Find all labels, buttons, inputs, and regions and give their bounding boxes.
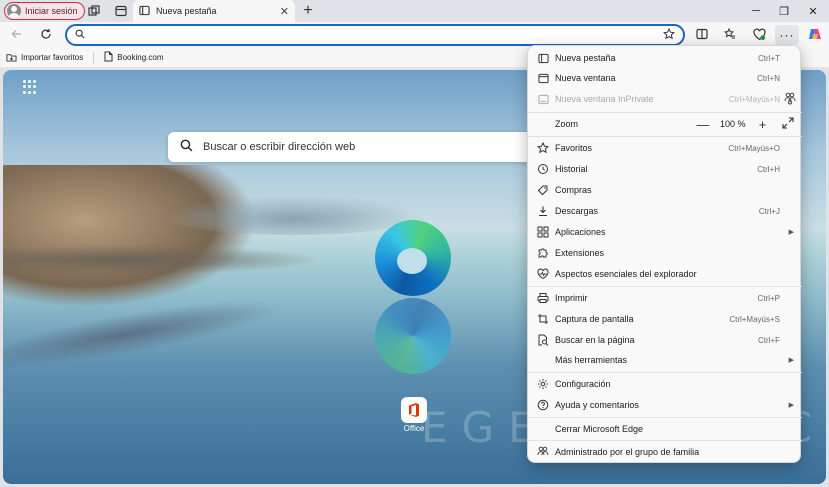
- ntp-search-placeholder: Buscar o escribir dirección web: [203, 141, 356, 153]
- help-icon: [536, 398, 550, 412]
- tag-icon: [536, 183, 550, 197]
- browser-essentials-icon[interactable]: [750, 25, 768, 43]
- ntp-search-box[interactable]: Buscar o escribir dirección web: [168, 132, 538, 162]
- office-icon: [409, 403, 419, 417]
- zoom-out-button[interactable]: —: [696, 117, 710, 132]
- settings-menu: Nueva pestaña Ctrl+T Nueva ventana Ctrl+…: [527, 45, 802, 463]
- refresh-icon[interactable]: [37, 25, 55, 43]
- favorite-label: Booking.com: [117, 53, 164, 62]
- tab-title: Nueva pestaña: [156, 6, 217, 16]
- submenu-arrow-icon: ▶: [788, 402, 794, 409]
- menu-item-new-window[interactable]: Nueva ventana Ctrl+N: [528, 68, 802, 88]
- menu-item-aspectos-esenciales[interactable]: Aspectos esenciales del explorador: [528, 264, 802, 284]
- background-hill: [3, 165, 253, 305]
- menu-item-compras[interactable]: Compras: [528, 180, 802, 200]
- menu-item-extensiones[interactable]: Extensiones: [528, 243, 802, 263]
- edge-logo-reflection: [375, 298, 451, 374]
- menu-separator: [528, 372, 802, 373]
- restore-button[interactable]: ❐: [771, 2, 797, 20]
- history-icon: [536, 162, 550, 176]
- address-bar[interactable]: [65, 24, 685, 46]
- menu-item-historial[interactable]: Historial Ctrl+H: [528, 159, 802, 179]
- settings-and-more-button[interactable]: ···: [775, 25, 799, 45]
- avatar-icon: [7, 4, 21, 18]
- menu-separator: [528, 440, 802, 441]
- menu-item-configuracion[interactable]: Configuración: [528, 374, 802, 394]
- new-window-icon: [536, 71, 550, 85]
- search-icon: [75, 28, 85, 42]
- find-icon: [536, 333, 550, 347]
- import-icon: [6, 52, 17, 64]
- copilot-icon[interactable]: [806, 25, 824, 43]
- zoom-value: 100 %: [720, 119, 746, 129]
- address-input[interactable]: [91, 29, 663, 41]
- app-launcher-icon[interactable]: [23, 80, 37, 94]
- new-tab-icon: [536, 51, 550, 65]
- menu-separator: [528, 417, 802, 418]
- tab-page-icon: [139, 5, 150, 18]
- background-mountain: [163, 195, 423, 235]
- menu-item-mas-herramientas[interactable]: Más herramientas ▶: [528, 350, 802, 370]
- tab-nueva-pestana[interactable]: Nueva pestaña ✕: [133, 0, 295, 22]
- vertical-tabs-icon[interactable]: [113, 3, 129, 19]
- submenu-arrow-icon: ▶: [788, 229, 794, 236]
- menu-item-ayuda[interactable]: Ayuda y comentarios ▶: [528, 395, 802, 415]
- menu-item-zoom: Zoom — 100 % +: [528, 113, 802, 135]
- zoom-controls: — 100 % +: [696, 117, 770, 132]
- menu-item-buscar-pagina[interactable]: Buscar en la página Ctrl+F: [528, 330, 802, 350]
- favorites-separator: [93, 51, 95, 64]
- printer-icon: [536, 291, 550, 305]
- office-tile[interactable]: [401, 397, 427, 423]
- favorite-item-booking[interactable]: Booking.com: [98, 49, 169, 67]
- menu-item-favoritos[interactable]: Favoritos Ctrl+Mayús+O: [528, 138, 802, 158]
- menu-item-captura[interactable]: Captura de pantalla Ctrl+Mayús+S: [528, 309, 802, 329]
- profile-label: Iniciar sesión: [25, 6, 78, 16]
- back-icon[interactable]: [8, 25, 26, 43]
- new-tab-button[interactable]: +: [299, 2, 317, 20]
- apps-icon: [536, 225, 550, 239]
- download-icon: [536, 204, 550, 218]
- tab-strip: Iniciar sesión Nueva pestaña ✕ + ─ ❐ ✕: [0, 0, 829, 22]
- favorite-label: Importar favoritos: [21, 53, 84, 62]
- star-icon: [536, 141, 550, 155]
- minimize-button[interactable]: ─: [743, 2, 769, 20]
- tab-close-icon[interactable]: ✕: [280, 5, 289, 18]
- favorites-icon[interactable]: [721, 25, 739, 43]
- favorite-item-importar[interactable]: Importar favoritos: [0, 49, 89, 67]
- menu-item-aplicaciones[interactable]: Aplicaciones ▶: [528, 222, 802, 242]
- page-icon: [104, 51, 113, 64]
- menu-separator: [528, 136, 802, 137]
- search-icon: [180, 139, 193, 155]
- menu-item-descargas[interactable]: Descargas Ctrl+J: [528, 201, 802, 221]
- background-shore: [3, 245, 323, 275]
- family-icon: [536, 445, 550, 459]
- puzzle-icon: [536, 246, 550, 260]
- profile-button[interactable]: Iniciar sesión: [4, 2, 85, 20]
- inprivate-icon: [536, 92, 550, 106]
- favorite-star-icon[interactable]: [662, 27, 676, 43]
- menu-item-grupo-familia[interactable]: Administrado por el grupo de familia: [528, 442, 802, 462]
- workspaces-icon[interactable]: [86, 3, 102, 19]
- menu-item-inprivate[interactable]: Nueva ventana InPrivate Ctrl+Mayús+N: [528, 89, 802, 109]
- fullscreen-icon[interactable]: [782, 117, 794, 131]
- screenshot-icon: [536, 312, 550, 326]
- close-window-button[interactable]: ✕: [800, 2, 826, 20]
- edge-logo-icon: [375, 220, 451, 296]
- heart-pulse-icon: [536, 267, 550, 281]
- office-label[interactable]: Office: [396, 424, 432, 433]
- split-screen-icon[interactable]: [693, 25, 711, 43]
- submenu-arrow-icon: ▶: [788, 357, 794, 364]
- menu-separator: [528, 286, 802, 287]
- menu-item-imprimir[interactable]: Imprimir Ctrl+P: [528, 288, 802, 308]
- family-safety-icon: [784, 92, 796, 107]
- menu-item-new-tab[interactable]: Nueva pestaña Ctrl+T: [528, 48, 802, 68]
- zoom-in-button[interactable]: +: [756, 117, 770, 132]
- menu-item-cerrar-edge[interactable]: Cerrar Microsoft Edge: [528, 419, 802, 439]
- gear-icon: [536, 377, 550, 391]
